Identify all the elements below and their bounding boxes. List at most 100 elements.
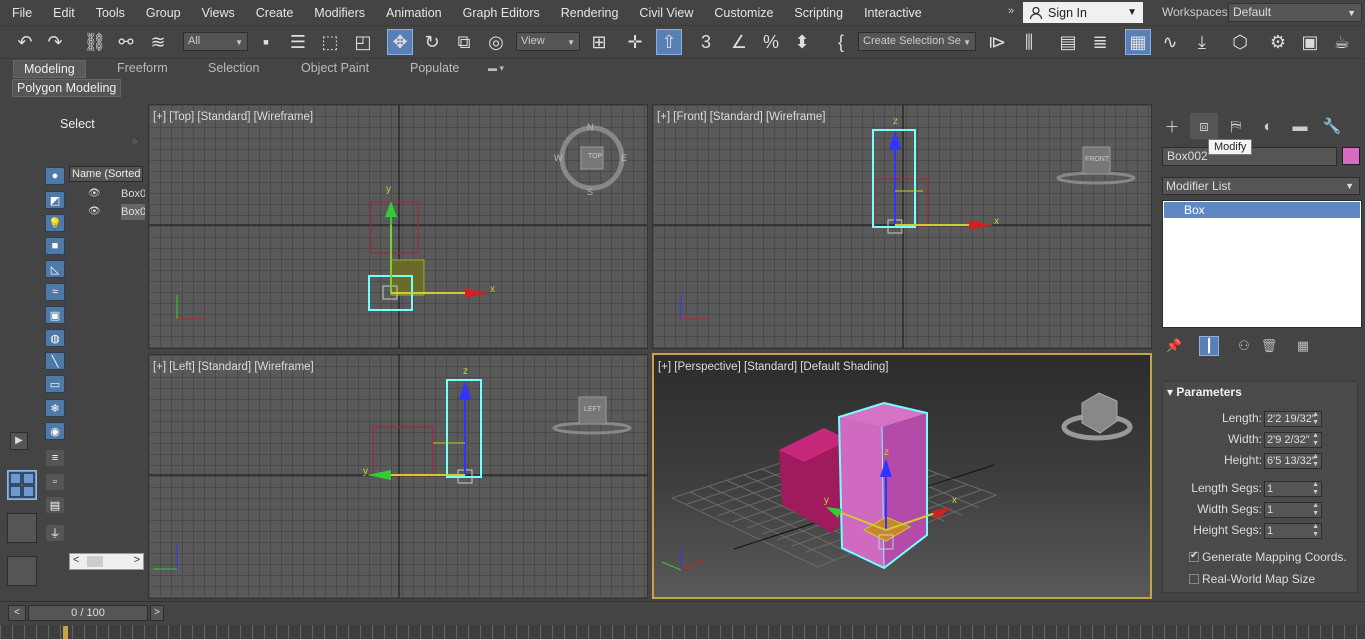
display-none-icon[interactable]: ▫ xyxy=(45,473,65,491)
tab-modeling[interactable]: Modeling xyxy=(13,60,86,78)
viewport-perspective[interactable]: [+] [Perspective] [Standard] [Default Sh… xyxy=(652,353,1152,599)
parameters-title[interactable]: ▾ Parameters xyxy=(1167,385,1242,399)
viewport-front-label[interactable]: [+] [Front] [Standard] [Wireframe] xyxy=(657,111,825,123)
create-tab-plus-icon[interactable]: ＋ xyxy=(1158,113,1186,139)
tab-freeform[interactable]: Freeform xyxy=(107,60,178,78)
explorer-scrollbar[interactable]: < > xyxy=(69,553,144,570)
display-hidden-icon[interactable]: ◉ xyxy=(45,422,65,440)
workspace-dropdown[interactable]: Default ▼ xyxy=(1228,3,1362,22)
show-end-result-icon[interactable]: ┃ xyxy=(1199,336,1219,356)
menu-interactive[interactable]: Interactive xyxy=(852,6,931,20)
layout-alt-icon[interactable] xyxy=(7,556,37,586)
make-unique-icon[interactable]: ⚇ xyxy=(1234,336,1254,356)
explorer-select-label[interactable]: Select xyxy=(60,117,95,131)
spinner-arrows-icon[interactable]: ▲ ▼ xyxy=(1312,502,1319,518)
percent-snap-icon[interactable]: % xyxy=(758,29,784,55)
render-setup-icon[interactable]: ⚙ xyxy=(1265,29,1291,55)
remove-modifier-trash-icon[interactable]: 🗑 xyxy=(1259,336,1279,356)
object-color-swatch[interactable] xyxy=(1342,147,1360,165)
rendered-frame-window-icon[interactable]: ▣ xyxy=(1297,29,1323,55)
menu-graph-editors[interactable]: Graph Editors xyxy=(451,6,549,20)
edit-named-selection-icon[interactable]: { xyxy=(828,29,854,55)
menu-modifiers[interactable]: Modifiers xyxy=(302,6,374,20)
modifier-list-dropdown[interactable]: Modifier List ▼ xyxy=(1162,177,1360,195)
checkbox-unchecked-icon[interactable] xyxy=(1189,574,1199,584)
bind-space-warp-icon[interactable]: ≋ xyxy=(145,29,171,55)
real-world-map-checkbox[interactable]: Real-World Map Size xyxy=(1189,572,1315,586)
toggle-ribbon-icon[interactable]: ▦ xyxy=(1125,29,1151,55)
expand-icon[interactable]: » xyxy=(132,136,138,147)
display-all-icon[interactable]: ≡ xyxy=(45,449,65,467)
display-containers-icon[interactable]: ▭ xyxy=(45,375,65,393)
height-spinner[interactable]: 6'5 13/32" ▲ ▼ xyxy=(1264,453,1322,469)
length-segs-spinner[interactable]: 1 ▲ ▼ xyxy=(1264,481,1322,497)
scroll-right-icon[interactable]: > xyxy=(134,554,140,566)
render-production-icon[interactable]: ☕ xyxy=(1329,29,1355,55)
list-item[interactable]: 👁 Box0 xyxy=(82,186,145,202)
width-spinner[interactable]: 2'9 2/32" ▲ ▼ xyxy=(1264,432,1322,448)
viewport-top[interactable]: [+] [Top] [Standard] [Wireframe] y x TOP… xyxy=(148,104,648,349)
rectangular-selection-icon[interactable]: ⬚ xyxy=(317,29,343,55)
keyboard-shortcut-override-icon[interactable]: ⇧ xyxy=(656,29,682,55)
menu-rendering[interactable]: Rendering xyxy=(549,6,628,20)
utilities-tab-wrench-icon[interactable]: 🔧 xyxy=(1318,113,1346,139)
spinner-arrows-icon[interactable]: ▲ ▼ xyxy=(1312,453,1319,469)
menu-file[interactable]: File xyxy=(0,6,41,20)
menu-views[interactable]: Views xyxy=(190,6,244,20)
layout-four-icon[interactable] xyxy=(7,470,37,500)
stack-item-box[interactable]: Box xyxy=(1164,202,1360,218)
menu-overflow-button[interactable]: » xyxy=(1008,5,1014,17)
viewcube[interactable] xyxy=(552,396,632,435)
curve-editor-icon[interactable]: ∿ xyxy=(1157,29,1183,55)
track-bar[interactable] xyxy=(0,625,1365,639)
spinner-snap-icon[interactable]: ⬍ xyxy=(789,29,815,55)
polygon-modeling-panel[interactable]: Polygon Modeling xyxy=(12,79,122,97)
display-lights-icon[interactable]: 💡 xyxy=(45,214,65,232)
viewport-perspective-label[interactable]: [+] [Perspective] [Standard] [Default Sh… xyxy=(658,361,888,373)
time-slider-next-button[interactable]: > xyxy=(150,605,164,621)
select-by-name-icon[interactable]: ☰ xyxy=(285,29,311,55)
length-spinner[interactable]: 2'2 19/32" ▲ ▼ xyxy=(1264,411,1322,427)
spinner-arrows-icon[interactable]: ▲ ▼ xyxy=(1312,411,1319,427)
angle-snap-icon[interactable]: ∠ xyxy=(726,29,752,55)
layer-explorer-icon[interactable]: ≣ xyxy=(1087,29,1113,55)
unlink-icon[interactable]: ⚯ xyxy=(113,29,139,55)
menu-scripting[interactable]: Scripting xyxy=(782,6,852,20)
snaps-toggle-icon[interactable]: 3 xyxy=(693,29,719,55)
modify-tab-icon[interactable]: ⧈ xyxy=(1190,113,1218,139)
redo-icon[interactable]: ↷ xyxy=(42,29,68,55)
display-tab-icon[interactable]: ▬ xyxy=(1286,113,1314,139)
layout-single-icon[interactable] xyxy=(7,513,37,543)
spinner-arrows-icon[interactable]: ▲ ▼ xyxy=(1312,432,1319,448)
schematic-view-icon[interactable]: ⤓ xyxy=(1189,29,1215,55)
tab-populate[interactable]: Populate xyxy=(400,60,469,78)
select-place-icon[interactable]: ◎ xyxy=(483,29,509,55)
viewport-left[interactable]: [+] [Left] [Standard] [Wireframe] z y LE… xyxy=(148,354,648,599)
display-space-warps-icon[interactable]: ≈ xyxy=(45,283,65,301)
viewport-left-label[interactable]: [+] [Left] [Standard] [Wireframe] xyxy=(153,361,314,373)
time-slider[interactable]: 0 / 100 xyxy=(28,605,148,621)
expand-layout-icon[interactable]: ▶ xyxy=(10,432,28,450)
window-crossing-icon[interactable]: ◰ xyxy=(350,29,376,55)
eye-icon[interactable]: 👁 xyxy=(88,204,101,220)
sign-in-button[interactable]: Sign In ▼ xyxy=(1023,2,1143,23)
menu-tools[interactable]: Tools xyxy=(84,6,134,20)
material-editor-icon[interactable]: ⬡ xyxy=(1227,29,1253,55)
align-icon[interactable]: ⫼ xyxy=(1016,29,1042,55)
menu-animation[interactable]: Animation xyxy=(374,6,451,20)
ribbon-options-icon[interactable]: ▬ ▾ xyxy=(478,60,514,78)
viewcube[interactable] xyxy=(1056,146,1136,185)
checkbox-checked-icon[interactable] xyxy=(1189,550,1199,562)
undo-icon[interactable]: ↶ xyxy=(12,29,38,55)
motion-tab-icon[interactable]: ◐ xyxy=(1254,113,1282,139)
list-item[interactable]: 👁 Box0 xyxy=(82,204,145,220)
tab-selection[interactable]: Selection xyxy=(198,60,269,78)
display-frozen-icon[interactable]: ❄ xyxy=(45,399,65,417)
scene-explorer-icon[interactable]: ▤ xyxy=(1055,29,1081,55)
spinner-arrows-icon[interactable]: ▲ ▼ xyxy=(1312,523,1319,539)
pivot-center-icon[interactable]: ⊞ xyxy=(586,29,612,55)
eye-icon[interactable]: 👁 xyxy=(88,186,101,202)
modifier-stack[interactable]: Box xyxy=(1162,200,1362,328)
spinner-arrows-icon[interactable]: ▲ ▼ xyxy=(1312,481,1319,497)
pin-stack-icon[interactable]: 📌 xyxy=(1164,336,1184,356)
